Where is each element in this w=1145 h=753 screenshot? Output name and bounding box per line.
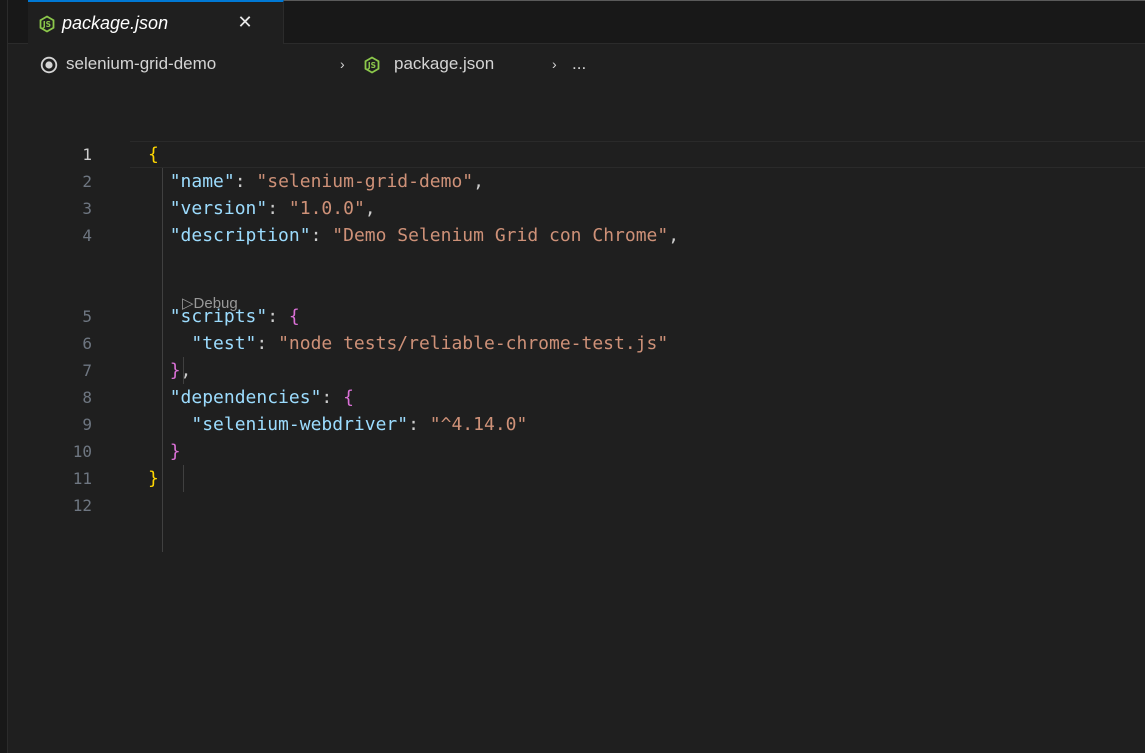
- close-icon[interactable]: ✕: [234, 12, 256, 34]
- brace-open: {: [343, 387, 354, 408]
- brace-close: }: [169, 360, 181, 381]
- brace-open: {: [288, 306, 300, 327]
- json-key: "test": [191, 333, 257, 354]
- brace-close: }: [169, 441, 181, 462]
- comma: ,: [364, 198, 376, 219]
- circle-dot-icon: [40, 44, 58, 84]
- json-string: "node tests/reliable-chrome-test.js": [278, 333, 669, 354]
- line-number: 2: [82, 172, 92, 191]
- line-number: 10: [72, 442, 92, 461]
- line-number: 8: [82, 388, 92, 407]
- colon: :: [310, 225, 333, 246]
- code-line-4[interactable]: "description": "Demo Selenium Grid con C…: [148, 222, 679, 249]
- line-number: 11: [72, 469, 92, 488]
- line-number: 5: [82, 307, 92, 326]
- brace-open: {: [148, 144, 159, 165]
- colon: :: [321, 387, 344, 408]
- colon: :: [267, 198, 289, 219]
- activity-bar-edge: [0, 0, 8, 753]
- json-key: "description": [169, 225, 311, 246]
- json-key: "name": [169, 171, 235, 192]
- comma: ,: [473, 171, 484, 192]
- nodejs-icon: JS: [38, 15, 56, 37]
- code-line-3[interactable]: "version": "1.0.0",: [148, 195, 376, 222]
- line-number: 7: [82, 361, 92, 380]
- colon: :: [234, 171, 257, 192]
- line-number: 4: [82, 226, 92, 245]
- code-line-10[interactable]: }: [148, 438, 181, 465]
- json-string: "Demo Selenium Grid con Chrome": [332, 225, 669, 246]
- json-string: "^4.14.0": [429, 414, 528, 435]
- line-number: 9: [82, 415, 92, 434]
- svg-text:JS: JS: [42, 20, 51, 29]
- breadcrumb-folder[interactable]: selenium-grid-demo: [66, 44, 216, 84]
- comma: ,: [668, 225, 680, 246]
- code-line-8[interactable]: "dependencies": {: [148, 384, 354, 411]
- line-number: 1: [82, 145, 92, 164]
- brace-close: }: [148, 468, 159, 489]
- code-line-9[interactable]: "selenium-webdriver": "^4.14.0": [148, 411, 527, 438]
- breadcrumb: selenium-grid-demo › JS package.json › .…: [8, 44, 1145, 84]
- editor-window: JS package.json ✕ selenium-grid-demo › J…: [0, 0, 1145, 753]
- comma: ,: [180, 360, 192, 381]
- tab-label: package.json: [62, 13, 169, 33]
- json-string: "selenium-grid-demo": [256, 171, 474, 192]
- nodejs-icon: JS: [363, 44, 381, 84]
- chevron-right-icon: ›: [552, 56, 557, 72]
- svg-text:JS: JS: [367, 61, 376, 70]
- json-key: "version": [169, 198, 268, 219]
- json-string: "1.0.0": [288, 198, 365, 219]
- tab-package-json[interactable]: JS package.json ✕: [28, 0, 284, 44]
- colon: :: [408, 414, 430, 435]
- json-key: "scripts": [169, 306, 268, 327]
- tab-bar: JS package.json ✕: [8, 0, 1145, 44]
- code-line-7[interactable]: },: [148, 357, 192, 384]
- tab-bar-divider: [238, 0, 1145, 1]
- code-line-11[interactable]: }: [148, 465, 159, 492]
- code-line-5[interactable]: "scripts": {: [148, 303, 300, 330]
- breadcrumb-more[interactable]: ...: [572, 44, 586, 84]
- code-line-1[interactable]: {: [148, 141, 159, 168]
- line-number: 3: [82, 199, 92, 218]
- current-line-highlight: [130, 141, 1145, 168]
- colon: :: [267, 306, 289, 327]
- indent-guide: [183, 465, 184, 492]
- json-key: "selenium-webdriver": [191, 414, 409, 435]
- line-number: 12: [72, 496, 92, 515]
- json-key: "dependencies": [169, 387, 322, 408]
- breadcrumb-file[interactable]: package.json: [394, 44, 494, 84]
- chevron-right-icon: ›: [340, 56, 345, 72]
- code-line-6[interactable]: "test": "node tests/reliable-chrome-test…: [148, 330, 668, 357]
- line-number: 6: [82, 334, 92, 353]
- code-line-2[interactable]: "name": "selenium-grid-demo",: [148, 168, 484, 195]
- colon: :: [256, 333, 279, 354]
